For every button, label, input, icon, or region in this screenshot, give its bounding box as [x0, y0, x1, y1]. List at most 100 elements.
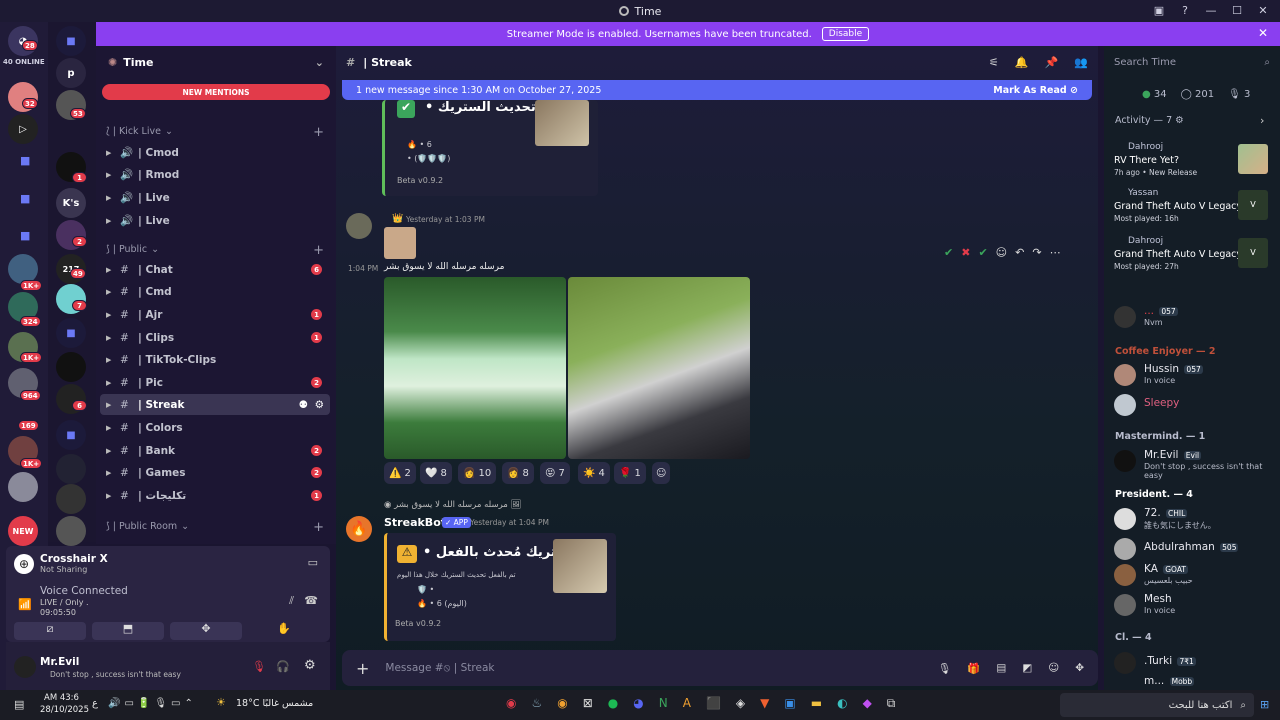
emoji-icon[interactable]: ☺ [1048, 662, 1059, 674]
avatar[interactable] [346, 213, 372, 239]
sticker-icon[interactable]: ◩ [1022, 662, 1032, 674]
voice-channel[interactable]: ▶ 🔊 | Live [100, 210, 330, 231]
app-icon[interactable]: ◉ [506, 696, 516, 711]
member-row[interactable]: m... Mobb [1114, 674, 1274, 690]
text-channel[interactable]: ▶ # | TikTok-Clips [100, 349, 330, 370]
close-icon[interactable]: ✖ [961, 246, 970, 259]
member-row[interactable]: Hussin 057 In voice [1114, 362, 1274, 390]
activity-card[interactable]: Dahrooj RV There Yet? 7h ago • New Relea… [1114, 142, 1274, 186]
add-member-icon[interactable]: ⚉ [299, 399, 308, 411]
help-icon[interactable]: ? [1178, 3, 1192, 17]
app-icon[interactable]: ⬛ [706, 696, 721, 711]
check-icon[interactable]: ✔ [978, 246, 987, 259]
username[interactable]: Mr.Evil [40, 656, 79, 668]
text-channel[interactable]: ▶ # | Games 2 [100, 462, 330, 483]
author-name[interactable]: StreakBot [384, 516, 446, 529]
voice-channel[interactable]: ▶ 🔊 | Cmod [100, 142, 330, 163]
mute-icon[interactable]: 🎙 [938, 662, 951, 675]
message-input[interactable]: Message #⦸ | Streak [385, 662, 922, 675]
check-icon[interactable]: ✔ [944, 246, 953, 259]
clock-time[interactable]: AM 43:6 [44, 693, 79, 703]
add-channel-icon[interactable]: + [313, 125, 324, 140]
app-icon[interactable]: ◉ [557, 696, 567, 711]
close-window-button[interactable]: ✕ [1256, 3, 1270, 17]
camera-button[interactable]: ⧄ [14, 622, 86, 640]
server-ks[interactable]: K's [56, 188, 86, 218]
reaction[interactable]: ☀️ 4 [578, 462, 610, 484]
member-row[interactable]: Abdulrahman 505 [1114, 536, 1274, 564]
reaction[interactable]: 🌹 1 [614, 462, 646, 484]
text-channel[interactable]: ▶ # | Clips 1 [100, 327, 330, 348]
soundboard-button[interactable]: ✋ [248, 622, 320, 640]
gift-icon[interactable]: 🎁 [967, 662, 980, 675]
reaction[interactable]: ⚠️ 2 [384, 462, 416, 484]
folder-icon[interactable]: ▬ [811, 696, 822, 711]
member-row[interactable]: 72. CHIL 誰も気にしません。 [1114, 506, 1274, 534]
rail-folder-2[interactable]: ■ [20, 192, 30, 205]
app-icon[interactable]: N [659, 696, 668, 711]
activity-card[interactable]: Dahrooj Grand Theft Auto V Legacy Most p… [1114, 236, 1274, 280]
category-kick[interactable]: ⟅ | Kick Live ⌄ [106, 126, 173, 137]
member-row[interactable]: Sleepy [1114, 392, 1274, 420]
text-channel[interactable]: ▶ # | Ajr 1 [100, 304, 330, 325]
app-icon[interactable]: ▣ [784, 696, 795, 711]
text-channel[interactable]: ▶ # | Bank 2 [100, 440, 330, 461]
add-channel-icon[interactable]: + [313, 243, 324, 258]
clock-date[interactable]: 28/10/2025 [40, 705, 89, 715]
app-icon[interactable]: ◈ [736, 696, 745, 711]
text-channel[interactable]: ▶ # | Cmd [100, 281, 330, 302]
category-public-room[interactable]: ⟆ | Public Room ⌄ [106, 521, 189, 532]
category-public[interactable]: ⟆ | Public ⌄ [106, 244, 159, 255]
member-row[interactable]: Mr.Evil Evil Don't stop , success isn't … [1114, 448, 1274, 480]
disable-button[interactable]: Disable [821, 27, 870, 41]
server-icon[interactable] [56, 516, 86, 546]
message-composer[interactable]: + Message #⦸ | Streak 🎙 🎁 ▤ ◩ ☺ ✥ [342, 650, 1098, 686]
chevron-right-icon[interactable]: › [1260, 114, 1264, 127]
voice-channel[interactable]: ▶ 🔊 | Rmod [100, 164, 330, 185]
deafen-icon[interactable]: 🎧 [276, 660, 290, 673]
server-header[interactable]: ✺ Time ⌄ [96, 46, 336, 78]
rail-folder-3[interactable]: ■ [20, 229, 30, 242]
voice-channel-name[interactable]: LIVE / Only . [40, 598, 89, 607]
gear-icon[interactable]: ⚙ [315, 399, 324, 411]
reaction[interactable]: 😝 7 [540, 462, 570, 484]
folder-icon[interactable]: ■ [56, 318, 86, 348]
server-icon[interactable] [8, 472, 38, 502]
activities-button[interactable]: ✥ [170, 622, 242, 640]
member-row[interactable]: Mesh In voice [1114, 592, 1274, 620]
screen-share-button[interactable]: ⬒ [92, 622, 164, 640]
emoji-icon[interactable]: ☺ [996, 246, 1007, 259]
discord-icon[interactable]: ◕ [633, 696, 643, 711]
bell-icon[interactable]: 🔔 [1015, 56, 1029, 69]
server-icon[interactable]: ▷ [8, 114, 38, 144]
reply-reference[interactable]: ◉ مرسله مرسله الله لا يسوق بشر 🖼 [384, 500, 521, 510]
add-channel-icon[interactable]: + [313, 520, 324, 535]
server-icon[interactable] [56, 352, 86, 382]
server-icon[interactable] [56, 484, 86, 514]
text-channel[interactable]: ▶ # | Chat 6 [100, 259, 330, 280]
start-button[interactable]: ⊞ [1260, 698, 1269, 711]
gear-icon[interactable]: ⚙ [304, 658, 316, 673]
app-icon[interactable]: ◆ [863, 696, 872, 711]
weather-text[interactable]: 18°C مشمس غالبًا [236, 698, 313, 709]
inbox-icon[interactable]: ▣ [1152, 3, 1166, 17]
reaction[interactable]: 👩 10 [458, 462, 497, 484]
edge-icon[interactable]: ◐ [837, 696, 847, 711]
member-row[interactable]: KA GOAT حبيب بلعسيس [1114, 562, 1274, 590]
voice-channel[interactable]: ▶ 🔊 | Live [100, 187, 330, 208]
server-p[interactable]: p [56, 58, 86, 88]
more-icon[interactable]: ⋯ [1050, 246, 1061, 259]
text-channel[interactable]: ▶ # | Pic 2 [100, 372, 330, 393]
threads-icon[interactable]: ⚟ [989, 56, 999, 69]
new-mentions-pill[interactable]: NEW MENTIONS [102, 84, 330, 100]
notification-icon[interactable]: ▤ [14, 698, 24, 711]
steam-icon[interactable]: ♨ [531, 696, 542, 711]
minimize-button[interactable]: — [1204, 3, 1218, 17]
forward-icon[interactable]: ↷ [1032, 246, 1041, 259]
voice-status[interactable]: Voice Connected [40, 585, 128, 597]
image-attachment[interactable] [384, 277, 566, 459]
avatar[interactable] [14, 656, 36, 678]
mark-as-read-button[interactable]: Mark As Read ⊘ [993, 85, 1078, 96]
new-messages-bar[interactable]: 1 new message since 1:30 AM on October 2… [342, 80, 1092, 100]
spotify-icon[interactable]: ● [608, 696, 618, 711]
